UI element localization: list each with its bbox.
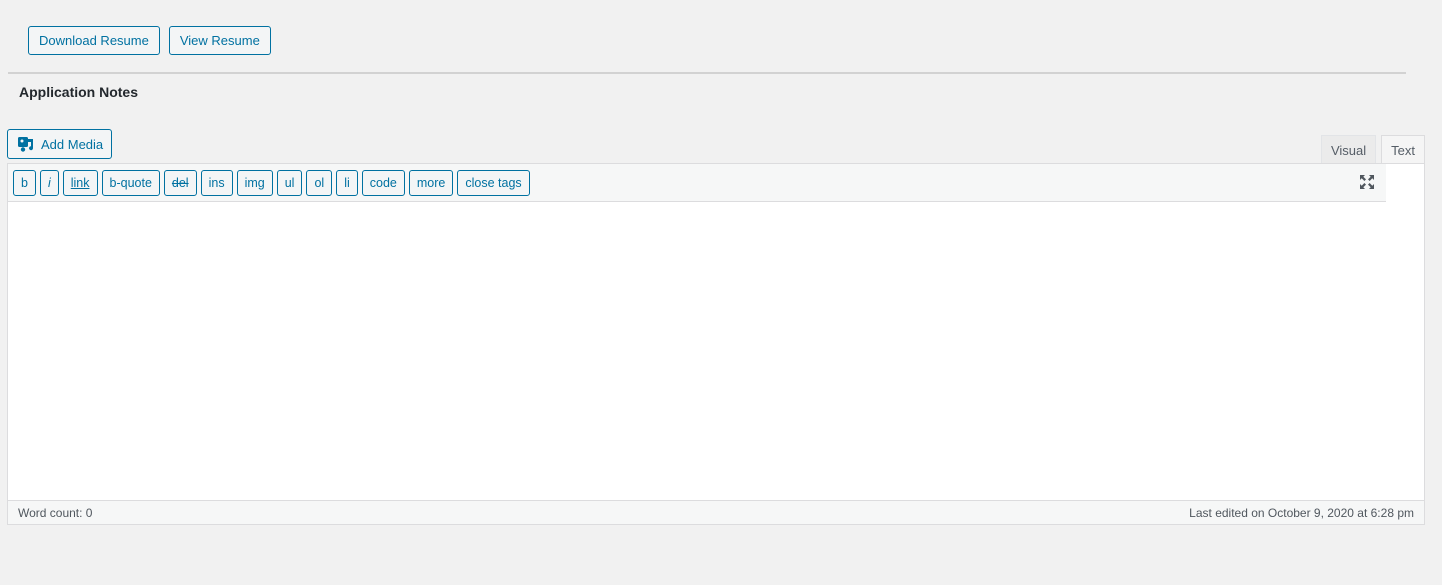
list-item-button[interactable]: li <box>336 169 358 196</box>
ordered-list-button[interactable]: ol <box>306 169 333 196</box>
add-media-label: Add Media <box>41 136 104 152</box>
image-button[interactable]: img <box>236 169 273 196</box>
section-title: Application Notes <box>19 84 139 100</box>
resume-actions: Download Resume View Resume <box>28 26 271 55</box>
insert-button[interactable]: ins <box>200 169 233 196</box>
quicktags-toolbar: b i link b-quote del ins img ul ol li co… <box>8 164 1386 202</box>
bold-button[interactable]: b <box>13 169 36 196</box>
view-resume-button[interactable]: View Resume <box>168 26 271 55</box>
blockquote-button[interactable]: b-quote <box>101 169 160 196</box>
italic-button[interactable]: i <box>39 169 59 196</box>
notes-textarea[interactable] <box>8 202 1424 501</box>
editor-tabs: Visual Text <box>1320 135 1425 165</box>
notes-editor: b i link b-quote del ins img ul ol li co… <box>7 163 1425 525</box>
last-edited: Last edited on October 9, 2020 at 6:28 p… <box>1189 505 1414 520</box>
tab-visual[interactable]: Visual <box>1320 135 1377 164</box>
delete-button[interactable]: del <box>163 169 197 196</box>
section-divider <box>8 72 1406 74</box>
link-button[interactable]: link <box>62 169 98 196</box>
add-media-button[interactable]: Add Media <box>7 129 113 159</box>
download-resume-button[interactable]: Download Resume <box>28 26 160 55</box>
unordered-list-button[interactable]: ul <box>276 169 303 196</box>
more-button[interactable]: more <box>408 169 454 196</box>
editor-status-bar: Word count: 0 Last edited on October 9, … <box>8 500 1424 524</box>
word-count: Word count: 0 <box>18 505 93 520</box>
code-button[interactable]: code <box>361 169 405 196</box>
close-tags-button[interactable]: close tags <box>457 169 530 196</box>
tab-text[interactable]: Text <box>1381 135 1425 165</box>
fullscreen-icon[interactable] <box>1358 173 1376 191</box>
add-media-icon <box>17 135 35 153</box>
